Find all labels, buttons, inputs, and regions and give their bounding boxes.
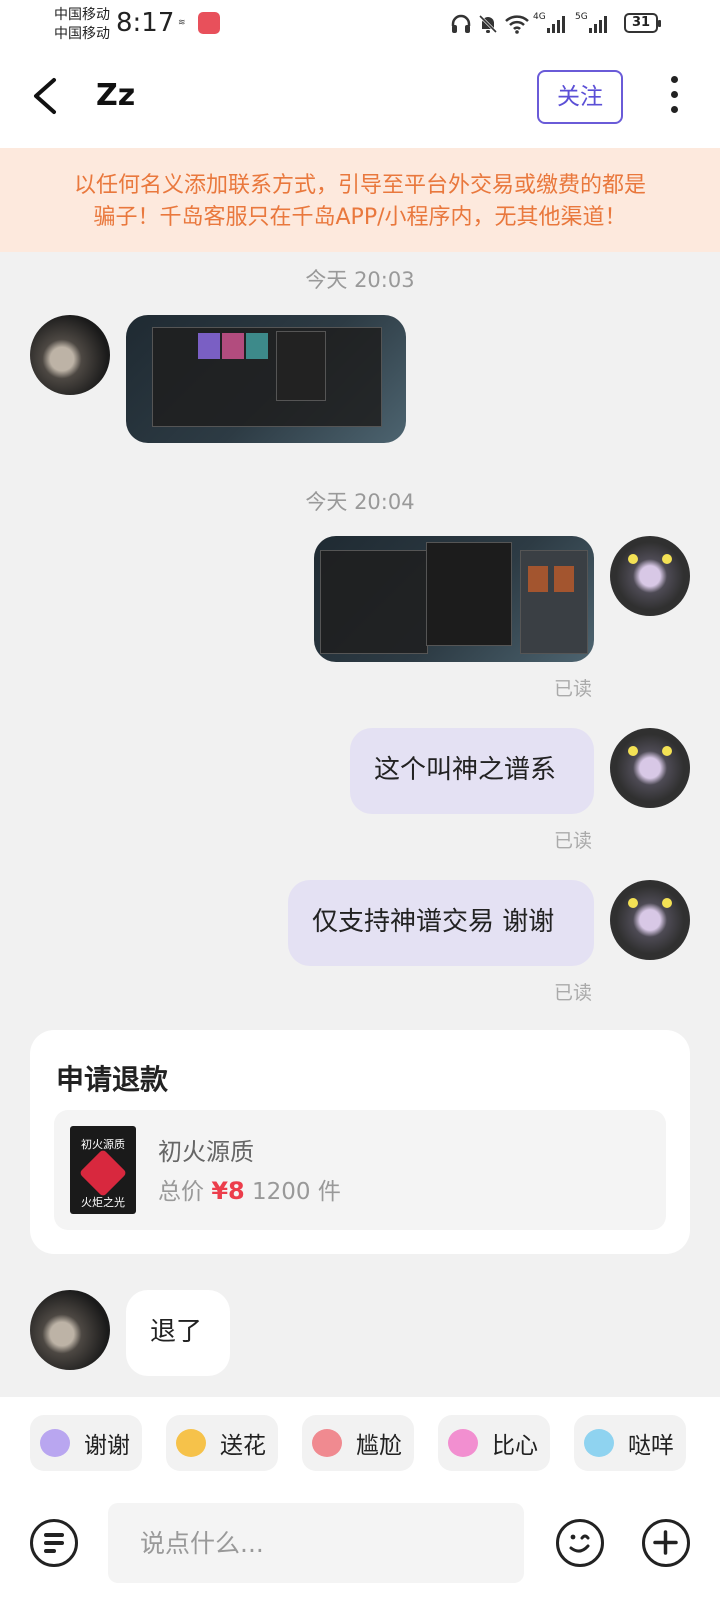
menu-button[interactable] bbox=[30, 1519, 78, 1567]
menu-line bbox=[44, 1533, 64, 1537]
scam-warning-banner: 以任何名义添加联系方式，引导至平台外交易或缴费的都是 骗子！千岛客服只在千岛AP… bbox=[0, 148, 720, 252]
price-prefix: 总价 bbox=[158, 1179, 204, 1205]
mute-bell-icon bbox=[477, 12, 499, 36]
network-type-1: 4G bbox=[533, 12, 546, 22]
read-receipt: 已读 bbox=[554, 982, 593, 1004]
thumbnail-game-name: 火炬之光 bbox=[81, 1196, 125, 1209]
chat-header: Zz 关注 bbox=[0, 52, 720, 148]
text-message-received[interactable]: 退了 bbox=[126, 1290, 230, 1376]
quick-reply-label: 比心 bbox=[492, 1433, 538, 1459]
item-chip bbox=[246, 333, 268, 359]
smiley-wink-icon bbox=[569, 1534, 590, 1553]
menu-line bbox=[44, 1549, 56, 1553]
contact-avatar[interactable] bbox=[30, 315, 110, 395]
message-input-wrapper bbox=[108, 1503, 524, 1583]
timestamp: 今天 20:04 bbox=[305, 490, 415, 514]
my-avatar[interactable] bbox=[610, 536, 690, 616]
timestamp: 今天 20:03 bbox=[305, 268, 415, 292]
dame-emoji-icon bbox=[584, 1429, 614, 1457]
quick-reply-label: 送花 bbox=[220, 1433, 266, 1459]
contact-avatar[interactable] bbox=[30, 1290, 110, 1370]
thanks-emoji-icon bbox=[40, 1429, 70, 1457]
item-chip bbox=[528, 566, 548, 592]
item-chip bbox=[554, 566, 574, 592]
quick-reply-bar: 谢谢 送花 尴尬 比心 哒咩 bbox=[0, 1397, 720, 1489]
clock: 8:17 bbox=[116, 8, 175, 38]
read-receipt: 已读 bbox=[554, 678, 593, 700]
refund-item[interactable]: 初火源质 火炬之光 初火源质 总价 ¥8 1200 件 bbox=[54, 1110, 666, 1230]
item-chip bbox=[222, 333, 244, 359]
item-chip bbox=[198, 333, 220, 359]
item-name: 初火源质 bbox=[158, 1138, 254, 1166]
signal-icon-2: 5G bbox=[575, 12, 610, 36]
carrier-labels: 中国移动 中国移动 bbox=[54, 6, 110, 44]
signal-icon-1: 4G bbox=[533, 12, 568, 36]
crystal-icon bbox=[78, 1148, 128, 1198]
tooltip-panel bbox=[426, 542, 512, 646]
item-quantity: 1200 件 bbox=[252, 1179, 341, 1205]
chevron-left-icon bbox=[34, 78, 56, 114]
network-type-2: 5G bbox=[575, 12, 588, 22]
dot-icon bbox=[670, 106, 678, 113]
image-message-sent[interactable] bbox=[314, 536, 594, 662]
text-message-sent[interactable]: 这个叫神之谱系 bbox=[350, 728, 594, 814]
screenshot-panel bbox=[320, 550, 428, 654]
quick-reply-dame[interactable]: 哒咩 bbox=[574, 1415, 686, 1471]
warning-line-1: 以任何名义添加联系方式，引导至平台外交易或缴费的都是 bbox=[73, 173, 646, 198]
quick-reply-thanks[interactable]: 谢谢 bbox=[30, 1415, 142, 1471]
dot-icon bbox=[670, 91, 678, 98]
add-attachment-button[interactable] bbox=[642, 1519, 690, 1567]
message-input-bar bbox=[0, 1489, 720, 1600]
image-message-received[interactable] bbox=[126, 315, 406, 443]
plus-icon bbox=[653, 1530, 678, 1555]
app-notification-icon bbox=[198, 12, 220, 34]
quick-reply-label: 尴尬 bbox=[356, 1433, 402, 1459]
wifi-icon bbox=[504, 12, 530, 36]
quick-reply-heart[interactable]: 比心 bbox=[438, 1415, 550, 1471]
battery-level: 31 bbox=[631, 15, 651, 30]
carrier-label-1: 中国移动 bbox=[54, 7, 110, 23]
more-options-button[interactable] bbox=[664, 76, 684, 118]
quick-reply-flower[interactable]: 送花 bbox=[166, 1415, 278, 1471]
quick-reply-label: 哒咩 bbox=[628, 1433, 674, 1459]
headphone-icon bbox=[450, 12, 472, 36]
warning-line-2: 骗子！千岛客服只在千岛APP/小程序内，无其他渠道！ bbox=[93, 205, 627, 230]
chat-title: Zz bbox=[96, 78, 136, 113]
item-thumbnail: 初火源质 火炬之光 bbox=[70, 1126, 136, 1214]
price-amount: ¥8 bbox=[211, 1177, 245, 1205]
text-message-sent[interactable]: 仅支持神谱交易 谢谢 bbox=[288, 880, 594, 966]
heart-emoji-icon bbox=[448, 1429, 478, 1457]
back-button[interactable] bbox=[28, 74, 68, 118]
my-avatar[interactable] bbox=[610, 728, 690, 808]
menu-line bbox=[44, 1541, 64, 1545]
dot-icon bbox=[670, 76, 678, 83]
nfc-icon: ≋ bbox=[178, 18, 186, 28]
item-price-line: 总价 ¥8 1200 件 bbox=[158, 1172, 341, 1206]
quick-reply-label: 谢谢 bbox=[84, 1433, 130, 1459]
refund-request-card[interactable]: 申请退款 初火源质 火炬之光 初火源质 总价 ¥8 1200 件 bbox=[30, 1030, 690, 1254]
follow-button[interactable]: 关注 bbox=[537, 70, 623, 124]
quick-reply-awkward[interactable]: 尴尬 bbox=[302, 1415, 414, 1471]
tooltip-panel bbox=[276, 331, 326, 401]
carrier-label-2: 中国移动 bbox=[54, 26, 110, 42]
awkward-emoji-icon bbox=[312, 1429, 342, 1457]
my-avatar[interactable] bbox=[610, 880, 690, 960]
flower-emoji-icon bbox=[176, 1429, 206, 1457]
message-input[interactable] bbox=[108, 1503, 524, 1583]
status-bar: 中国移动 中国移动 8:17 ≋ 4G 5G 31 bbox=[0, 0, 720, 52]
battery-icon: 31 bbox=[624, 13, 661, 33]
read-receipt: 已读 bbox=[554, 830, 593, 852]
refund-title: 申请退款 bbox=[56, 1063, 169, 1096]
emoji-button[interactable] bbox=[556, 1519, 604, 1567]
